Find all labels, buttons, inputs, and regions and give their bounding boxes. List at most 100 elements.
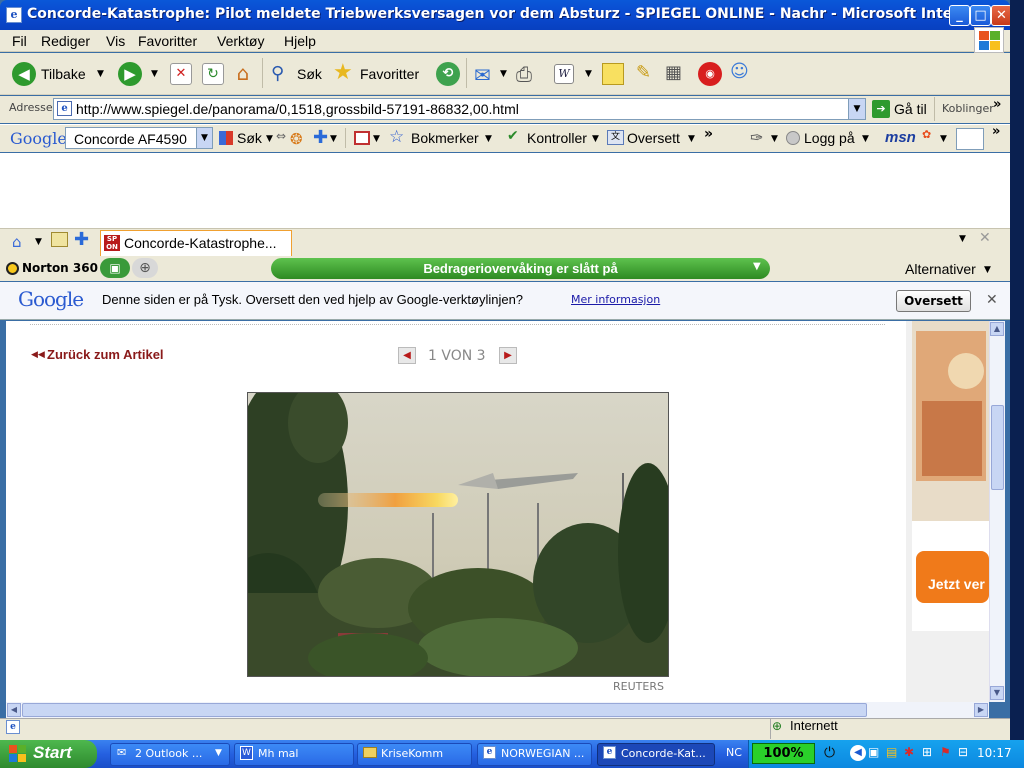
spellcheck-button[interactable]: Kontroller [527,130,587,146]
stop-icon[interactable]: ✕ [170,63,192,85]
msn-dropdown-icon[interactable]: ▼ [940,134,947,144]
tray-back-icon[interactable]: ◀ [850,745,866,761]
phishing-status[interactable]: Bedrageriovervåking er slått på [271,258,770,279]
msn-chevron-icon[interactable]: » [992,124,1000,139]
quick-tabs-dropdown-icon[interactable]: ▼ [35,237,42,247]
taskbar-item-outlook-label[interactable]: 2 Outlook ... [135,747,202,760]
close-translate-icon[interactable]: ✕ [986,292,998,308]
scroll-up-icon[interactable]: ▲ [990,322,1004,336]
spellcheck-dropdown-icon[interactable]: ▼ [592,134,599,144]
tab-list-dropdown-icon[interactable]: ▼ [959,234,966,244]
translate-button[interactable]: Oversett [627,130,680,146]
settings-dropdown-icon[interactable]: ▼ [771,134,778,144]
back-dropdown-icon[interactable]: ▼ [97,69,104,79]
links-chevron-icon[interactable]: » [993,97,1001,112]
google-search-dd-icon[interactable]: ▼ [266,134,273,144]
norton-options-button[interactable]: Alternativer [905,261,976,277]
tab-title[interactable]: Concorde-Katastrophe... [124,235,277,251]
language-indicator[interactable]: NC [726,746,742,759]
highlight-icon[interactable]: ⇔ [276,129,286,143]
taskbar-item-folder-label[interactable]: KriseKomm [381,747,443,760]
quick-tabs-icon[interactable]: ⌂ [12,233,22,251]
home-icon[interactable]: ⌂ [232,62,254,84]
msn-search-input[interactable] [956,128,984,150]
menu-view[interactable]: Vis [106,33,125,49]
tray-network-icon[interactable]: ⊟ [958,745,968,759]
google-search-dropdown-icon[interactable]: ▼ [196,128,212,148]
tray-icon-4[interactable]: ⊞ [922,745,932,759]
msn-logo[interactable]: msn [885,129,916,146]
address-url[interactable]: http://www.spiegel.de/panorama/0,1518,gr… [76,101,519,117]
address-dropdown-icon[interactable]: ▼ [848,99,865,119]
norton-brand[interactable]: Norton 360 [22,261,98,275]
menu-favorites[interactable]: Favoritter [138,33,197,49]
menu-edit[interactable]: Rediger [41,33,90,49]
vertical-scroll-thumb[interactable] [991,405,1004,490]
messenger-alert-icon[interactable]: ◉ [698,62,722,86]
horizontal-scroll-thumb[interactable] [22,703,867,717]
norton-globe-icon[interactable]: ⊕ [132,258,158,278]
add-button-icon[interactable]: ✚ [313,127,328,148]
outlook-group-dropdown-icon[interactable]: ▼ [215,748,222,758]
bookmarks-star-icon[interactable]: ☆ [389,127,404,147]
translate-dropdown-icon[interactable]: ▼ [688,134,695,144]
previous-image-button[interactable]: ◀ [398,347,416,364]
favorites-button[interactable]: Favoritter [360,66,419,82]
research-icon[interactable]: ✎ [636,62,651,83]
more-info-link[interactable]: Mer informasjon [571,293,660,306]
phishing-dropdown-icon[interactable]: ▼ [753,261,761,272]
norton-pc-icon[interactable]: ▣ [100,258,130,278]
ad-cta[interactable]: Jetzt ver [928,576,985,592]
vertical-scrollbar[interactable] [989,321,1005,702]
norton-options-dropdown-icon[interactable]: ▼ [984,265,991,275]
forward-arrow-icon[interactable]: ▶ [118,62,142,86]
more-chevron-icon[interactable]: » [704,126,713,142]
maximize-button[interactable]: □ [970,5,991,26]
edit-word-icon[interactable]: W [554,64,574,84]
power-icon[interactable]: ⏻ [824,745,835,761]
back-button[interactable]: Tilbake [41,66,86,82]
close-button[interactable]: ✕ [991,5,1012,26]
media-icon[interactable]: ▦ [665,62,682,83]
start-label[interactable]: Start [33,743,72,763]
bookmarks-dropdown-icon[interactable]: ▼ [485,134,492,144]
pagerank-icon[interactable]: ❂ [290,130,303,148]
taskbar-item-norwegian-label[interactable]: NORWEGIAN ... [501,747,584,760]
scroll-right-icon[interactable]: ▶ [974,703,988,717]
close-tab-icon[interactable]: ✕ [979,230,991,246]
clock[interactable]: 10:17 [977,746,1012,760]
tray-icon-1[interactable]: ▣ [868,745,879,759]
links-button[interactable]: Koblinger [942,102,994,115]
go-button[interactable]: Gå til [894,101,927,117]
tray-icon-2[interactable]: ▤ [886,745,897,759]
google-toolbar-logo[interactable]: Google [10,129,67,148]
scroll-down-icon[interactable]: ▼ [990,686,1004,700]
login-button[interactable]: Logg på [804,130,855,146]
favorites-star-icon[interactable]: ★ [333,60,353,85]
go-arrow-icon[interactable]: ➔ [872,100,890,118]
spellcheck-icon[interactable]: ✔ [507,128,519,144]
bookmarks-button[interactable]: Bokmerker [411,130,479,146]
wrench-icon[interactable]: ✑ [750,128,763,147]
mail-dropdown-icon[interactable]: ▼ [500,69,507,79]
ad-banner[interactable] [906,321,989,702]
next-image-button[interactable]: ▶ [499,347,517,364]
add-favorite-icon[interactable] [51,232,68,247]
add-dropdown-icon[interactable]: ▼ [330,134,337,144]
forward-dropdown-icon[interactable]: ▼ [151,69,158,79]
google-search-button[interactable]: Søk [237,130,262,146]
history-icon[interactable]: ⟲ [436,62,460,86]
add-tab-plus-icon[interactable]: ✚ [74,229,89,250]
mail-icon[interactable]: ✉ [474,63,491,87]
zoom-level[interactable]: 100% [752,743,815,764]
menu-tools[interactable]: Verktøy [217,33,264,49]
note-icon[interactable] [602,63,624,85]
taskbar-item-concorde-label[interactable]: Concorde-Kat... [621,747,706,760]
login-dropdown-icon[interactable]: ▼ [862,134,869,144]
back-to-article-link[interactable]: Zurück zum Artikel [47,347,164,362]
translate-page-button[interactable]: Oversett [896,290,971,312]
back-arrow-icon[interactable]: ◀ [12,62,36,86]
popup-blocker-icon[interactable] [354,131,370,145]
minimize-button[interactable]: _ [949,5,970,26]
tray-icon-5[interactable]: ⚑ [940,745,951,759]
